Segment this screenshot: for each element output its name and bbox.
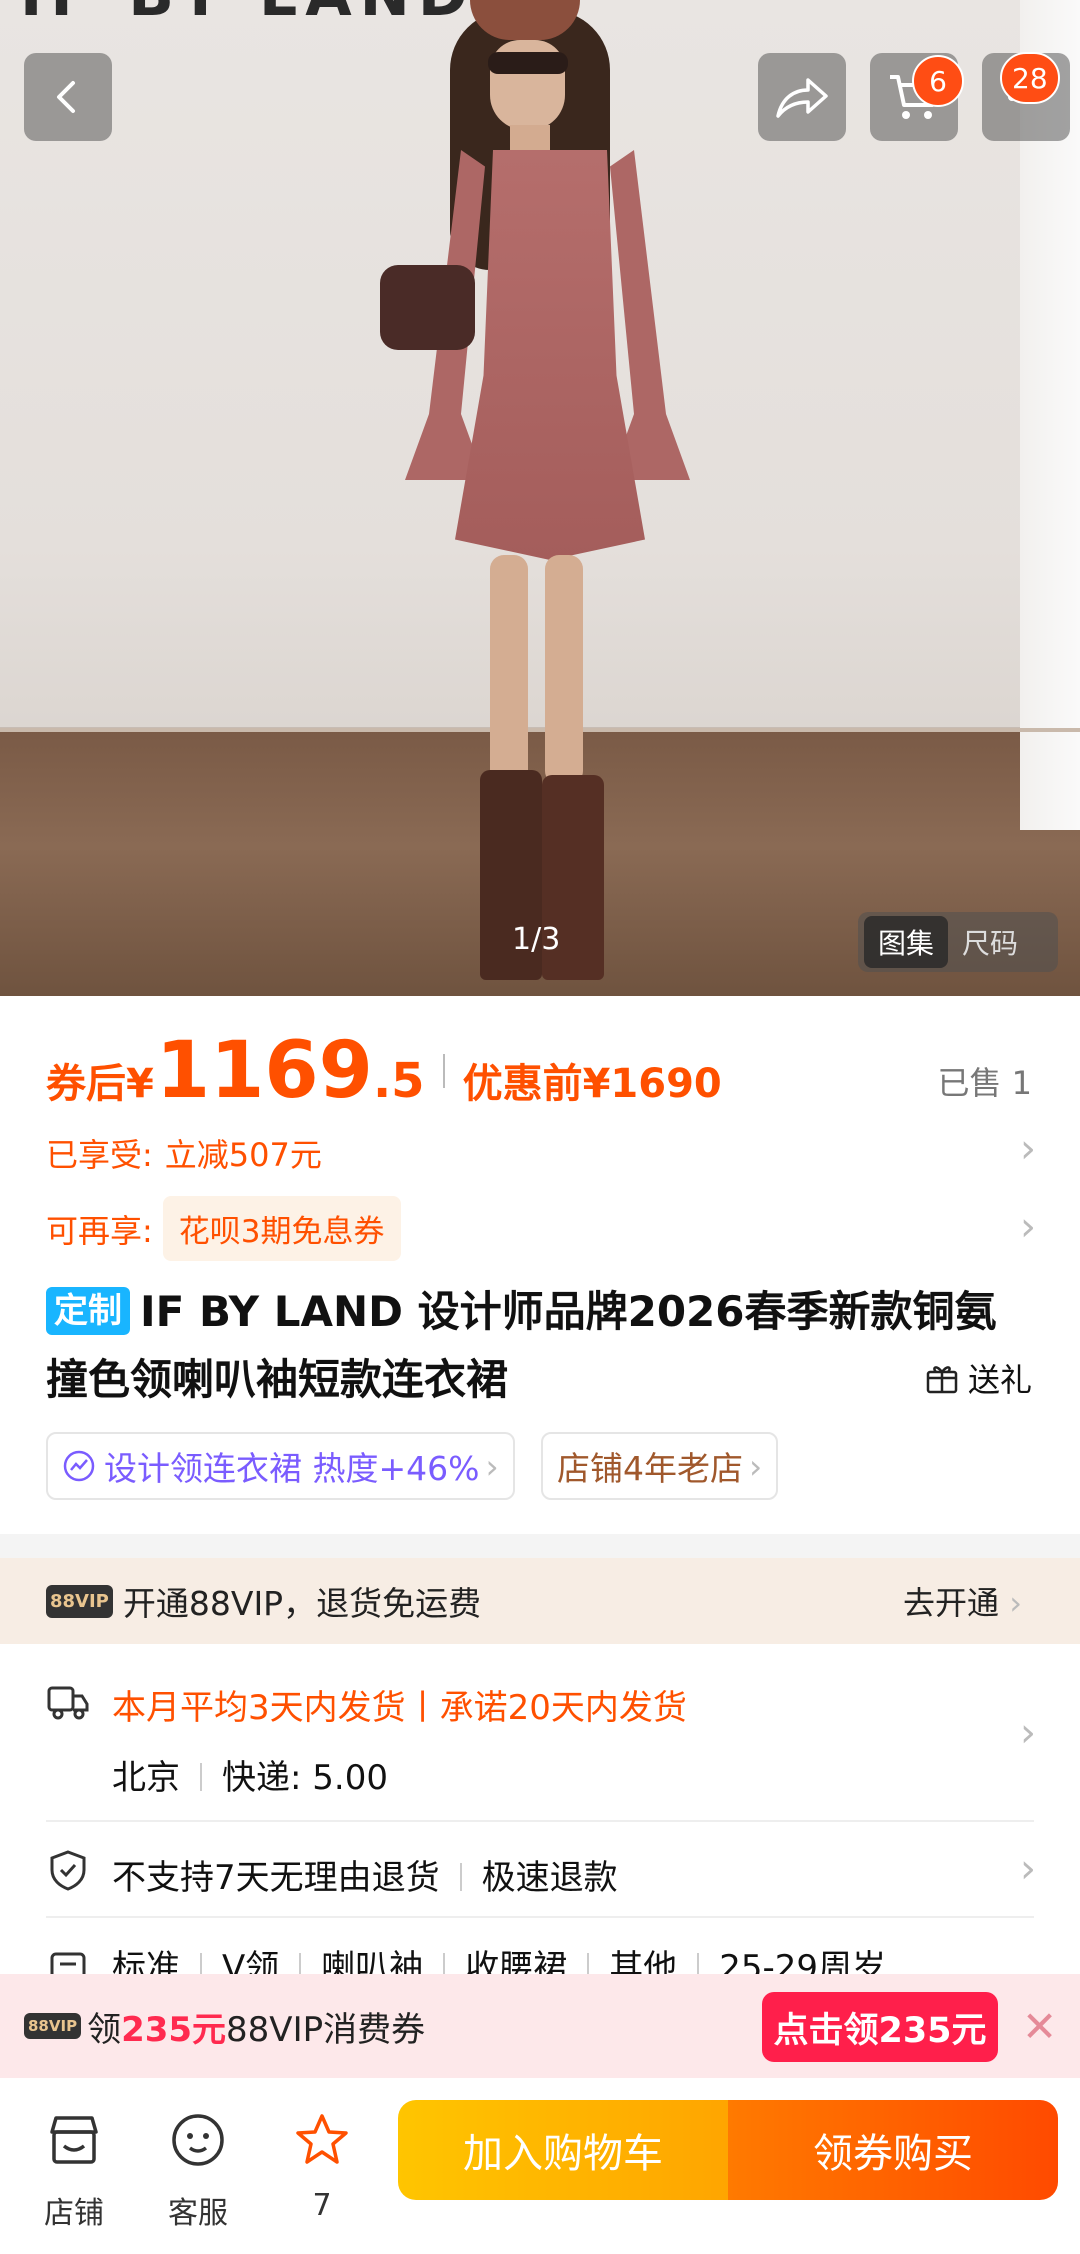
custom-tag: 定制 bbox=[46, 1287, 130, 1335]
installment-chip: 花呗3期免息券 bbox=[162, 1196, 401, 1261]
price-integer: 1169 bbox=[155, 1026, 373, 1116]
more-label: 可再享: bbox=[46, 1211, 153, 1250]
close-icon[interactable]: ✕ bbox=[1022, 2002, 1057, 2051]
coupon-pre: 领 bbox=[87, 2009, 122, 2050]
enjoyed-label: 已享受: bbox=[46, 1136, 153, 1174]
express-fee: 快递: 5.00 bbox=[222, 1758, 388, 1798]
shop-button[interactable]: 店铺 bbox=[24, 2110, 124, 2232]
trend-icon bbox=[63, 1450, 95, 1482]
message-badge: 28 bbox=[1000, 52, 1060, 104]
vip-banner[interactable]: 88VIP 开通88VIP，退货免运费 去开通 › bbox=[0, 1558, 1080, 1644]
ship-from-city: 北京 bbox=[112, 1758, 180, 1798]
return-policy[interactable]: 不支持7天无理由退货 极速退款 bbox=[112, 1850, 618, 1899]
price-row: 券后¥ 1169 .5 优惠前¥1690 bbox=[46, 1026, 722, 1116]
segment-gallery[interactable]: 图集 bbox=[864, 916, 949, 968]
price-prefix: 券后¥ bbox=[46, 1061, 154, 1107]
return-policy-b: 极速退款 bbox=[481, 1858, 618, 1898]
product-title-text: IF BY LAND 设计师品牌2026春季新款铜氨撞色领喇叭袖短款连衣裙 bbox=[46, 1287, 997, 1404]
product-image-carousel[interactable]: IF BY LAND 1/3 图集 尺码 bbox=[0, 0, 1080, 996]
store-icon bbox=[50, 2116, 98, 2164]
original-price: 优惠前¥1690 bbox=[462, 1061, 722, 1107]
chevron-right-icon: › bbox=[1020, 1846, 1036, 1892]
customer-service-button[interactable]: 客服 bbox=[148, 2110, 248, 2232]
vip-logo: 88VIP bbox=[46, 1584, 113, 1618]
favorite-count: 7 bbox=[312, 2188, 332, 2223]
shop-age-pill[interactable]: 店铺4年老店 › bbox=[541, 1432, 779, 1500]
enjoyed-value: 立减507元 bbox=[164, 1136, 322, 1174]
chevron-right-icon: › bbox=[1020, 1204, 1036, 1250]
shipping-detail: 北京 快递: 5.00 bbox=[112, 1750, 388, 1799]
gift-button[interactable]: 送礼 bbox=[924, 1355, 1032, 1401]
cart-badge: 6 bbox=[912, 55, 964, 107]
coupon-amount: 235元 bbox=[121, 2009, 227, 2050]
price-divider bbox=[442, 1054, 445, 1088]
chevron-right-icon: › bbox=[749, 1446, 763, 1486]
shop-age-text: 店铺4年老店 bbox=[557, 1449, 743, 1488]
gift-icon bbox=[926, 1366, 958, 1394]
shield-icon bbox=[50, 1850, 86, 1891]
chat-face-icon bbox=[172, 2114, 224, 2166]
chevron-right-icon: › bbox=[485, 1446, 499, 1486]
divider bbox=[46, 1820, 1034, 1822]
chevron-left-icon bbox=[57, 81, 75, 113]
claim-coupon-button[interactable]: 点击领235元 bbox=[762, 1992, 998, 2062]
return-policy-a: 不支持7天无理由退货 bbox=[112, 1858, 440, 1898]
shipping-promise: 本月平均3天内发货丨承诺20天内发货 bbox=[112, 1688, 687, 1728]
chevron-right-icon[interactable]: › bbox=[1020, 1710, 1036, 1756]
segment-size[interactable]: 尺码 bbox=[948, 916, 1032, 968]
more-discount-row[interactable]: 可再享: 花呗3期免息券 bbox=[46, 1196, 401, 1261]
image-pager: 1/3 bbox=[512, 922, 561, 957]
product-title: 定制 IF BY LAND 设计师品牌2026春季新款铜氨撞色领喇叭袖短款连衣裙 bbox=[46, 1278, 1036, 1414]
hot-trend-pill[interactable]: 设计领连衣裙 热度+46% › bbox=[46, 1432, 515, 1500]
hot-trend-text: 设计领连衣裙 热度+46% bbox=[104, 1449, 480, 1488]
share-button[interactable] bbox=[758, 53, 846, 141]
vip-text: 开通88VIP，退货免运费 bbox=[122, 1584, 482, 1623]
add-to-cart-button[interactable]: 加入购物车 bbox=[398, 2100, 728, 2200]
sold-count: 已售 1 bbox=[937, 1064, 1032, 1102]
favorite-button[interactable]: 7 bbox=[272, 2110, 372, 2223]
chevron-right-icon: › bbox=[1020, 1126, 1036, 1172]
star-icon bbox=[296, 2114, 348, 2164]
enjoyed-discount-row[interactable]: 已享受: 立减507元 bbox=[46, 1130, 322, 1176]
price-decimal: .5 bbox=[372, 1053, 425, 1109]
shop-label: 店铺 bbox=[44, 2196, 104, 2231]
buy-with-coupon-button[interactable]: 领券购买 bbox=[728, 2100, 1058, 2200]
vip-open-link[interactable]: 去开通 › bbox=[903, 1578, 1022, 1624]
gallery-segment-control[interactable]: 图集 尺码 bbox=[858, 912, 1058, 972]
divider bbox=[46, 1916, 1034, 1918]
share-icon bbox=[776, 78, 828, 118]
truck-icon bbox=[47, 1686, 89, 1720]
service-label: 客服 bbox=[168, 2196, 228, 2231]
gift-label: 送礼 bbox=[967, 1361, 1032, 1399]
model-figure bbox=[380, 0, 690, 996]
coupon-post: 88VIP消费券 bbox=[226, 2009, 426, 2050]
back-button[interactable] bbox=[24, 53, 112, 141]
vip-logo: 88VIP bbox=[24, 2013, 82, 2039]
